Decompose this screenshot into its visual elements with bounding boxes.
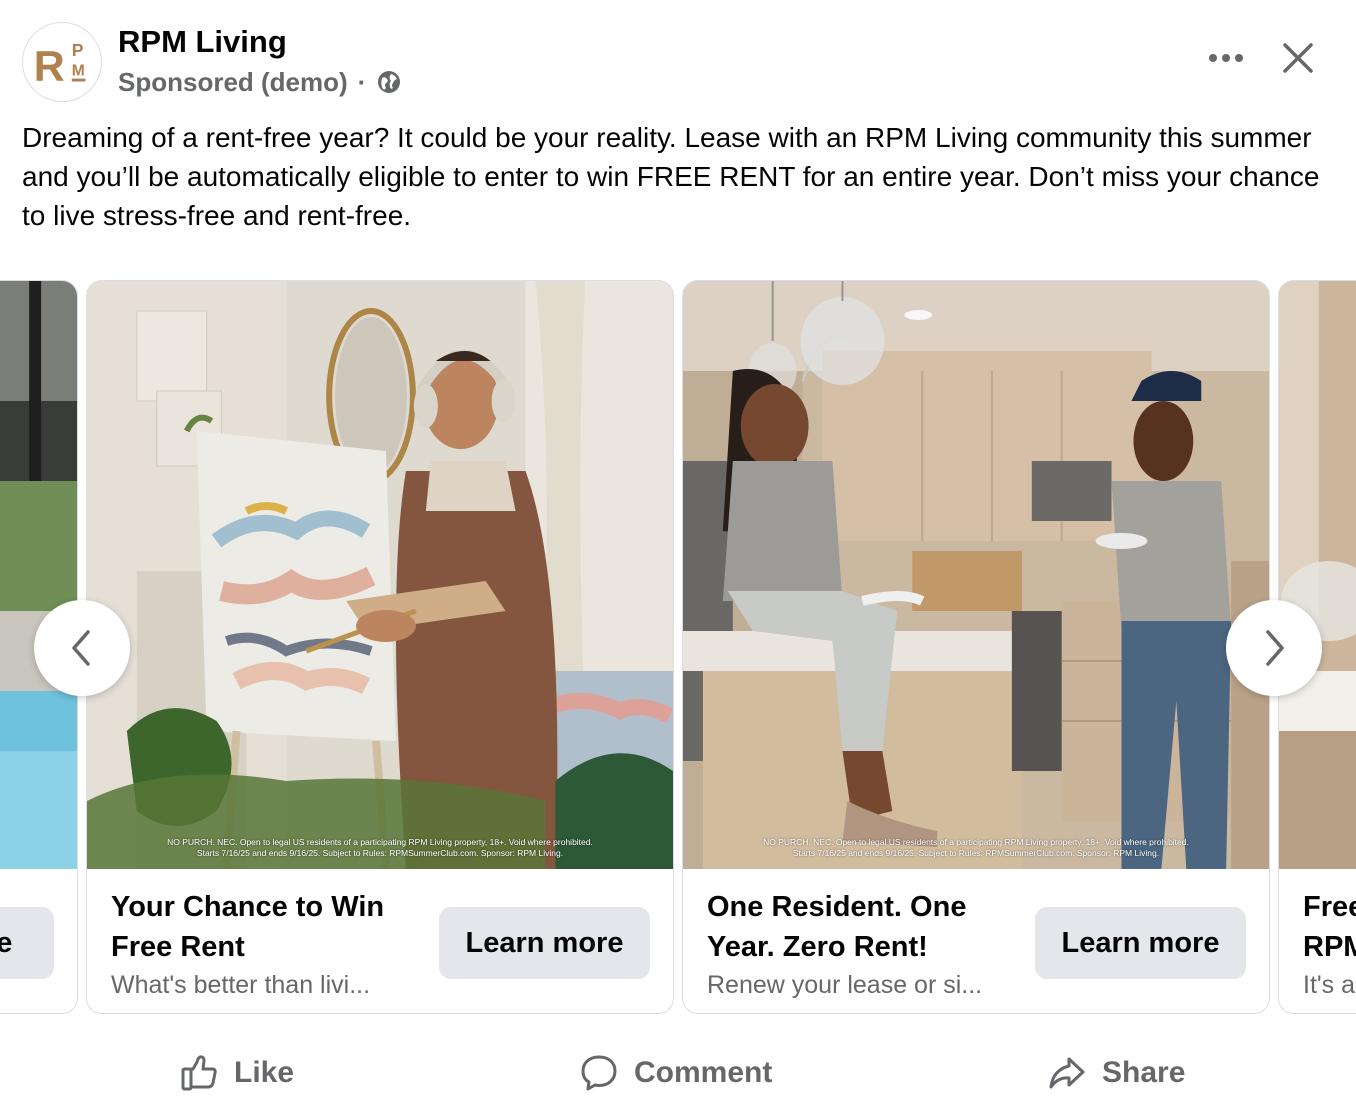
globe-icon bbox=[376, 69, 402, 95]
carousel-card-2[interactable]: NO PURCH. NEC. Open to legal US resident… bbox=[682, 280, 1270, 1014]
post-text: Dreaming of a rent-free year? It could b… bbox=[22, 122, 1320, 231]
share-arrow-icon bbox=[1049, 1057, 1085, 1089]
carousel[interactable]: re bbox=[0, 280, 1356, 1016]
comment-button[interactable]: Comment bbox=[580, 1036, 772, 1110]
cta-label: re bbox=[0, 927, 12, 960]
share-label: Share bbox=[1102, 1056, 1186, 1089]
share-button[interactable]: Share bbox=[1048, 1036, 1185, 1110]
svg-text:M: M bbox=[72, 63, 85, 80]
legal-disclaimer: NO PURCH. NEC. Open to legal US resident… bbox=[763, 837, 1189, 858]
more-options-button[interactable] bbox=[1200, 36, 1252, 80]
learn-more-button[interactable]: Learn more bbox=[1035, 907, 1246, 979]
card-title[interactable]: One Resident. One Year. Zero Rent! bbox=[707, 887, 1027, 967]
card-title[interactable]: Free RPM bbox=[1303, 887, 1356, 967]
comment-label: Comment bbox=[634, 1056, 773, 1089]
sponsored-row: Sponsored (demo) · bbox=[118, 64, 402, 100]
card-footer: Your Chance to Win Free Rent What's bett… bbox=[87, 869, 673, 1013]
card-description: What's better than livi... bbox=[111, 971, 371, 999]
sponsored-post: R P M RPM Living Sponsored (demo) · Drea… bbox=[0, 0, 1356, 1110]
carousel-prev-button[interactable] bbox=[34, 600, 130, 696]
thumbs-up-icon bbox=[181, 1055, 217, 1091]
card-description: Renew your lease or si... bbox=[707, 971, 983, 999]
comment-bubble-icon bbox=[581, 1055, 617, 1091]
card-footer: Free RPM It's a bbox=[1279, 869, 1356, 1013]
card-footer: One Resident. One Year. Zero Rent! Renew… bbox=[683, 869, 1269, 1013]
action-bar: Like Comment Share bbox=[0, 1036, 1356, 1110]
close-button[interactable] bbox=[1272, 32, 1324, 84]
svg-text:P: P bbox=[72, 40, 84, 60]
card-description: It's a bbox=[1303, 971, 1356, 999]
learn-more-button[interactable]: Learn more bbox=[439, 907, 650, 979]
card-image bbox=[1279, 281, 1356, 869]
close-icon bbox=[1283, 43, 1313, 73]
card-footer: re bbox=[0, 869, 77, 1013]
learn-more-button[interactable]: re bbox=[0, 907, 54, 979]
like-label: Like bbox=[234, 1056, 295, 1089]
card-title[interactable]: Your Chance to Win Free Rent bbox=[111, 887, 431, 967]
page-name[interactable]: RPM Living bbox=[118, 24, 287, 60]
legal-disclaimer: NO PURCH. NEC. Open to legal US resident… bbox=[167, 837, 593, 858]
carousel-card-1[interactable]: NO PURCH. NEC. Open to legal US resident… bbox=[86, 280, 674, 1014]
chevron-left-icon bbox=[72, 630, 90, 666]
sponsored-label[interactable]: Sponsored (demo) bbox=[118, 67, 348, 98]
separator-dot: · bbox=[357, 66, 367, 97]
svg-text:R: R bbox=[34, 43, 65, 91]
chevron-right-icon bbox=[1266, 630, 1284, 666]
more-dots-icon bbox=[1209, 54, 1243, 62]
card-image-painter[interactable]: NO PURCH. NEC. Open to legal US resident… bbox=[87, 281, 673, 869]
card-image bbox=[0, 281, 77, 869]
rpm-logo-icon: R P M bbox=[34, 40, 86, 91]
card-image-kitchen[interactable]: NO PURCH. NEC. Open to legal US resident… bbox=[683, 281, 1269, 869]
like-button[interactable]: Like bbox=[180, 1036, 294, 1110]
page-avatar[interactable]: R P M bbox=[22, 22, 102, 102]
carousel-next-button[interactable] bbox=[1226, 600, 1322, 696]
